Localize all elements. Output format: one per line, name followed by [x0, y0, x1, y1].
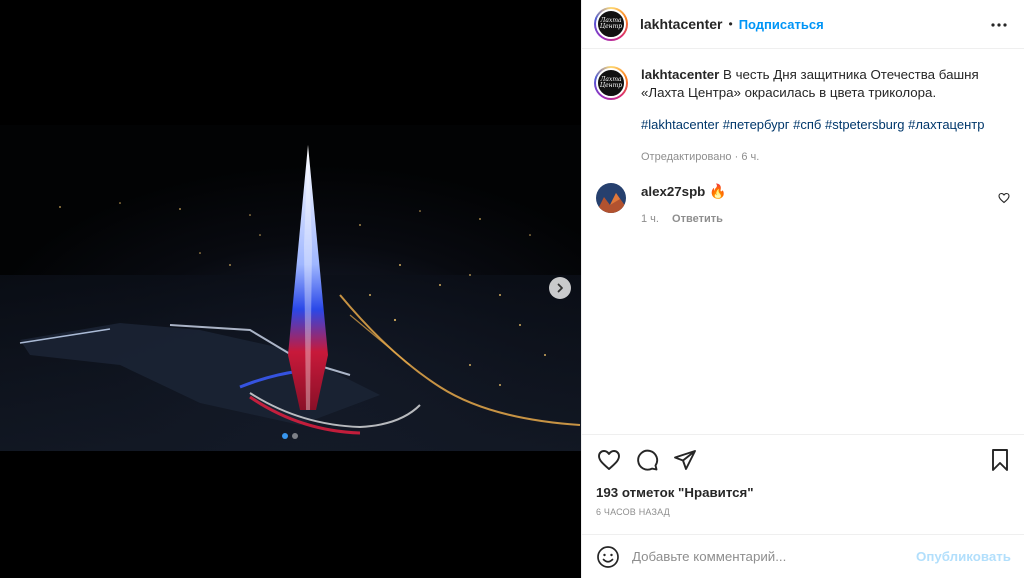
post-timestamp: 6 ЧАСОВ НАЗАД — [596, 507, 670, 517]
night-tower-photo — [0, 125, 581, 451]
paper-plane-icon — [674, 450, 696, 470]
avatar[interactable]: Лахта Центр — [594, 7, 628, 41]
post-media — [0, 0, 581, 578]
comment-like-button[interactable] — [998, 191, 1010, 207]
comment-button[interactable] — [634, 447, 660, 473]
caption-meta: Отредактировано · 6 ч. — [641, 148, 1003, 166]
actions-section: 193 отметок "Нравится" 6 ЧАСОВ НАЗАД — [582, 434, 1024, 534]
meta-separator: · — [734, 151, 739, 163]
hashtag-list: #lakhtacenter #петербург #спб #stpetersb… — [641, 116, 1003, 134]
chevron-right-icon — [557, 283, 563, 293]
more-options-button[interactable] — [991, 17, 1007, 33]
comment-time: 1 ч. — [641, 213, 659, 225]
author-username[interactable]: lakhtacenter — [640, 16, 722, 32]
caption-avatar[interactable]: Лахта Центр — [594, 66, 628, 100]
carousel-indicator — [282, 433, 298, 439]
post-modal: Лахта Центр lakhtacenter • Подписаться Л… — [0, 0, 1024, 578]
caption-time: 6 ч. — [741, 151, 760, 163]
commenter-avatar[interactable] — [596, 183, 626, 213]
comment-item: alex27spb 🔥 1 ч. Ответить — [596, 183, 1016, 225]
heart-icon — [598, 450, 620, 470]
logo: Лахта Центр — [599, 76, 623, 89]
likes-count[interactable]: 193 отметок "Нравится" — [596, 485, 754, 500]
post-caption: Лахта Центр lakhtacenter В честь Дня защ… — [594, 66, 1014, 166]
edited-label: Отредактировано — [641, 151, 732, 163]
reply-button[interactable]: Ответить — [672, 213, 723, 225]
smiley-icon — [597, 545, 619, 568]
share-button[interactable] — [672, 447, 698, 473]
comment-meta: 1 ч. Ответить — [641, 213, 727, 225]
hashtag-link[interactable]: #лахтацентр — [908, 117, 984, 132]
separator: • — [728, 17, 733, 31]
logo: Лахта Центр — [599, 17, 623, 30]
post-photo[interactable] — [0, 125, 581, 451]
save-button[interactable] — [987, 447, 1013, 473]
hashtag-link[interactable]: #lakhtacenter — [641, 117, 719, 132]
post-header: Лахта Центр lakhtacenter • Подписаться — [582, 0, 1024, 49]
hashtag-link[interactable]: #stpetersburg — [825, 117, 905, 132]
post-sidebar: Лахта Центр lakhtacenter • Подписаться Л… — [581, 0, 1024, 578]
carousel-dot-2 — [292, 433, 298, 439]
comment-text: 🔥 — [709, 183, 727, 199]
commenter-username[interactable]: alex27spb — [641, 184, 705, 199]
carousel-next-button[interactable] — [549, 277, 571, 299]
publish-button[interactable]: Опубликовать — [916, 549, 1011, 564]
emoji-button[interactable] — [596, 545, 620, 569]
like-button[interactable] — [596, 447, 622, 473]
caption-username[interactable]: lakhtacenter — [641, 67, 719, 82]
action-buttons — [596, 447, 698, 473]
hashtag-link[interactable]: #петербург — [723, 117, 790, 132]
follow-button[interactable]: Подписаться — [739, 17, 824, 32]
comment-bubble-icon — [637, 449, 659, 471]
bookmark-icon — [992, 449, 1008, 471]
more-horizontal-icon — [991, 23, 1007, 27]
comment-input[interactable] — [632, 549, 917, 564]
hashtag-link[interactable]: #спб — [793, 117, 821, 132]
carousel-dot-1 — [282, 433, 288, 439]
add-comment-form: Опубликовать — [582, 534, 1024, 578]
heart-icon — [998, 192, 1010, 204]
